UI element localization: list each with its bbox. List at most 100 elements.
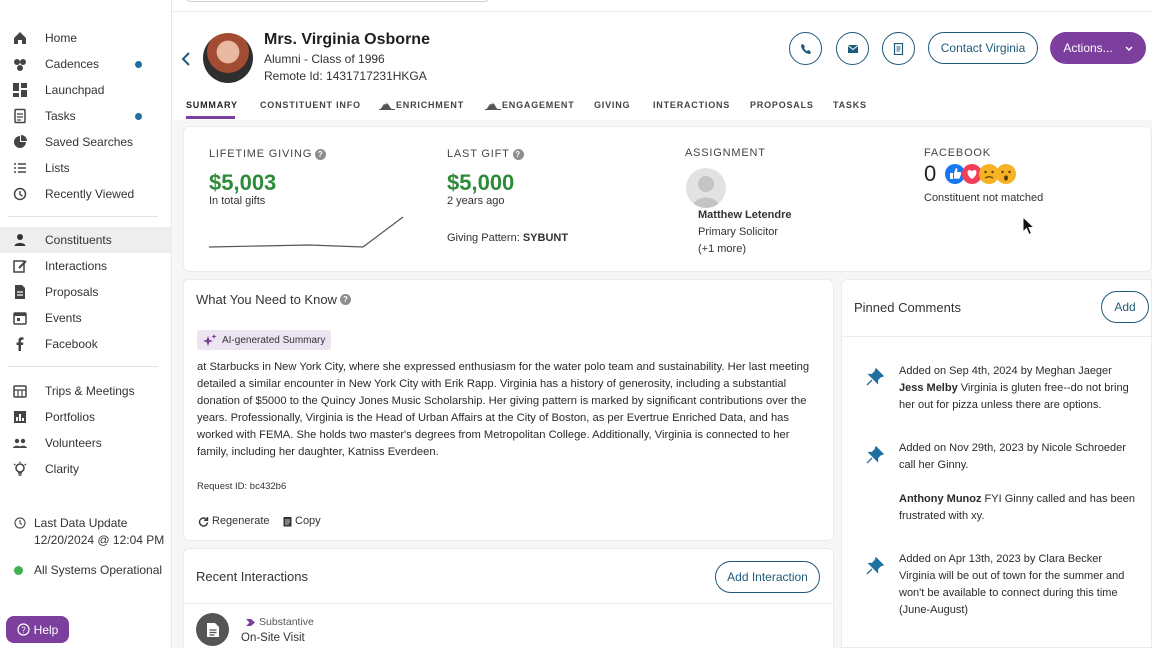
note-button[interactable]: [882, 32, 915, 65]
comment-meta: Added on Apr 13th, 2023 by Clara Becker: [899, 553, 1103, 565]
tab-constituent-info[interactable]: CONSTITUENT INFO: [260, 100, 361, 110]
sparkle-icon: [203, 333, 217, 347]
sidebar-item-label: Trips & Meetings: [45, 384, 135, 398]
pinned-comment: Added on Sep 4th, 2024 by Meghan Jaeger …: [899, 363, 1139, 414]
search-input[interactable]: [185, 0, 490, 2]
tag-chevron-icon: [246, 618, 255, 627]
last-gift-value: $5,000: [447, 170, 515, 195]
home-icon: [12, 30, 28, 46]
sidebar-item-saved-searches[interactable]: Saved Searches: [0, 129, 172, 155]
actions-label: Actions...: [1063, 41, 1113, 55]
help-circle-icon[interactable]: ?: [339, 294, 351, 305]
systems-status: All Systems Operational: [14, 563, 162, 577]
interaction-tag-label: Substantive: [259, 616, 314, 628]
request-id: Request ID: bc432b6: [197, 481, 287, 492]
facebook-label: FACEBOOK: [924, 147, 991, 159]
clock-icon: [14, 517, 26, 529]
pinned-comment: Added on Apr 13th, 2023 by Clara Becker …: [899, 551, 1139, 619]
last-update-text: Last Data Update: [34, 516, 128, 530]
actions-button[interactable]: Actions...: [1050, 32, 1146, 64]
sidebar-item-recently-viewed[interactable]: Recently Viewed: [0, 181, 172, 207]
recent-interactions-title: Recent Interactions: [196, 569, 309, 584]
giving-pattern: Giving Pattern: SYBUNT: [447, 232, 568, 244]
pinned-comments-title: Pinned Comments: [854, 300, 961, 315]
contact-button[interactable]: Contact Virginia: [928, 32, 1038, 64]
pin-icon[interactable]: [866, 445, 885, 467]
add-comment-button[interactable]: Add: [1101, 291, 1149, 323]
interaction-tag: Substantive: [246, 616, 314, 628]
assignment-label: ASSIGNMENT: [685, 147, 766, 159]
regenerate-label: Regenerate: [212, 515, 270, 527]
sidebar-item-launchpad[interactable]: Launchpad: [0, 77, 172, 103]
tab-summary[interactable]: SUMMARY: [186, 100, 238, 110]
copy-button[interactable]: Copy: [283, 515, 321, 527]
facebook-icon: [12, 336, 28, 352]
sidebar-item-portfolios[interactable]: Portfolios: [0, 404, 172, 430]
sidebar-item-facebook[interactable]: Facebook: [0, 331, 172, 357]
sidebar-item-tasks[interactable]: Tasks: [0, 103, 172, 129]
sidebar-item-label: Volunteers: [45, 436, 102, 450]
tab-interactions[interactable]: INTERACTIONS: [653, 100, 730, 110]
remote-id: Remote Id: 1431717231HKGA: [264, 69, 427, 83]
divider: [8, 216, 158, 217]
tab-giving[interactable]: GIVING: [594, 100, 630, 110]
assignee-role: Primary Solicitor: [698, 226, 779, 238]
email-button[interactable]: [836, 32, 869, 65]
divider: [841, 336, 1152, 337]
facebook-reactions-icon: [945, 164, 1016, 184]
call-button[interactable]: [789, 32, 822, 65]
sidebar-item-events[interactable]: Events: [0, 305, 172, 331]
comment-meta: Added on Sep 4th, 2024 by Meghan Jaeger: [899, 365, 1112, 377]
notification-dot: [135, 112, 142, 120]
sidebar-item-constituents[interactable]: Constituents: [0, 227, 172, 253]
lifetime-giving-label-text: LIFETIME GIVING: [209, 148, 313, 160]
ai-summary-badge: AI-generated Summary: [197, 330, 332, 350]
pie-chart-icon: [12, 134, 28, 150]
help-button[interactable]: ? Help: [6, 616, 69, 643]
assignee-more[interactable]: (+1 more): [698, 243, 746, 255]
comment-mention[interactable]: Anthony Munoz: [899, 493, 981, 505]
help-circle-icon[interactable]: ?: [315, 148, 327, 160]
sidebar-item-interactions[interactable]: Interactions: [0, 253, 172, 279]
comment-mention[interactable]: Jess Melby: [899, 382, 958, 394]
ai-summary-text: at Starbucks in New York City, where she…: [197, 361, 810, 458]
pin-icon[interactable]: [866, 367, 885, 389]
sidebar-item-trips-meetings[interactable]: Trips & Meetings: [0, 378, 172, 404]
sidebar-item-label: Home: [45, 31, 78, 45]
sidebar-item-label: Proposals: [45, 285, 99, 299]
bar-chart-icon: [12, 409, 28, 425]
launchpad-icon: [12, 82, 28, 98]
sidebar-item-label: Recently Viewed: [45, 187, 135, 201]
need-to-know-title-text: What You Need to Know: [196, 292, 337, 307]
calendar-grid-icon: [12, 383, 28, 399]
tab-enrichment[interactable]: ENRICHMENT: [379, 100, 464, 110]
interaction-type-icon: [196, 613, 229, 646]
sidebar-item-label: Interactions: [45, 259, 108, 273]
giving-sparkline: [209, 216, 404, 248]
tab-tasks[interactable]: TASKS: [833, 100, 867, 110]
regenerate-button[interactable]: Regenerate: [198, 515, 270, 527]
tab-proposals[interactable]: PROPOSALS: [750, 100, 814, 110]
sidebar-item-home[interactable]: Home: [0, 25, 172, 51]
giving-pattern-label: Giving Pattern:: [447, 232, 520, 244]
sidebar-item-clarity[interactable]: Clarity: [0, 456, 172, 482]
sidebar-item-volunteers[interactable]: Volunteers: [0, 430, 172, 456]
sidebar-item-label: Portfolios: [45, 410, 96, 424]
help-label: Help: [33, 622, 59, 637]
last-gift-sub: 2 years ago: [447, 195, 505, 207]
need-to-know-title: What You Need to Know ?: [196, 292, 351, 307]
interaction-title[interactable]: On-Site Visit: [241, 632, 305, 644]
comment-body: Jess Melby Virginia is gluten free--do n…: [899, 380, 1139, 414]
page-title: Mrs. Virginia Osborne: [264, 31, 430, 48]
sidebar-item-proposals[interactable]: Proposals: [0, 279, 172, 305]
tab-engagement[interactable]: ENGAGEMENT: [485, 100, 575, 110]
add-interaction-button[interactable]: Add Interaction: [715, 561, 820, 593]
pin-icon[interactable]: [866, 556, 885, 578]
sidebar-item-label: Facebook: [45, 337, 98, 351]
sidebar-item-lists[interactable]: Lists: [0, 155, 172, 181]
sidebar: Home Cadences Launchpad Tasks Saved Sear…: [0, 0, 172, 648]
back-chevron-icon[interactable]: [181, 50, 191, 71]
sidebar-item-cadences[interactable]: Cadences: [0, 51, 172, 77]
help-circle-icon[interactable]: ?: [512, 148, 524, 160]
assignee-name[interactable]: Matthew Letendre: [698, 209, 792, 221]
